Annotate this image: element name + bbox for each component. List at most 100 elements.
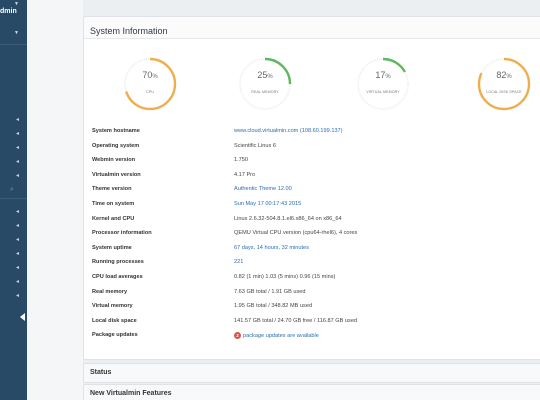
info-key: Local disk space — [92, 317, 137, 324]
info-row: Virtualmin version 4.17 Pro — [92, 172, 532, 186]
info-key: Time on system — [92, 201, 135, 207]
gauge-ring — [123, 57, 177, 111]
panel-header[interactable]: System Information — [84, 17, 540, 39]
search-icon[interactable]: ⌕ — [10, 186, 14, 194]
percent-sign: % — [385, 74, 391, 80]
status-panel[interactable]: Status — [83, 363, 540, 383]
sidebar: ▼ dmin ▼ ◂ ◂ ◂ ◂ ◂ ⌕ ◂ ◂ ◂ ◂ ◂ ◂ ◂ — [0, 0, 27, 400]
info-row: Running processes 221 — [92, 259, 532, 273]
sidebar-item-arrow-icon[interactable]: ◂ — [16, 251, 19, 257]
info-key: Processor information — [92, 230, 152, 237]
sidebar-item-arrow-icon[interactable]: ◂ — [16, 265, 19, 271]
info-value-text: 1.750 — [234, 157, 248, 164]
info-row: Virtual memory 1.95 GB total / 348.82 MB … — [92, 303, 532, 317]
updates-count-badge[interactable]: 2 — [234, 332, 241, 340]
info-value-text[interactable]: Sun May 17 00:17:43 2015 — [234, 201, 301, 207]
info-value-text: 0.82 (1 min) 1.03 (5 mins) 0.96 (15 mins… — [234, 274, 336, 280]
info-row: Local disk space 141.57 GB total / 24.70 … — [92, 318, 532, 332]
gauge-percent-value: 82 — [496, 70, 507, 80]
info-value-text[interactable]: 67 days, 14 hours, 32 minutes — [234, 245, 309, 251]
info-row: Time on system Sun May 17 00:17:43 2015 — [92, 201, 532, 215]
gauge-percent: 82% — [476, 70, 532, 80]
info-value[interactable]: www.cloud.virtualmin.com (108.60.199.137… — [234, 128, 343, 134]
gauge-label: Local disk space — [486, 90, 522, 94]
info-value: Linux 2.6.32-504.8.1.el6.x86_64 on x86_6… — [234, 216, 342, 222]
info-key: Virtualmin version — [92, 171, 141, 178]
sidebar-item-arrow-icon[interactable]: ◂ — [16, 293, 19, 299]
info-value-text: 4.17 Pro — [234, 171, 256, 178]
info-value-text[interactable]: Authentic Theme 12.00 — [234, 186, 292, 192]
info-value[interactable]: Sun May 17 00:17:43 2015 — [234, 201, 301, 207]
percent-sign: % — [506, 74, 512, 80]
gauge-percent-value: 17 — [375, 70, 386, 80]
gauge-value-arc — [123, 57, 177, 111]
info-value-text[interactable]: www.cloud.virtualmin.com (108.60.199.137… — [234, 128, 343, 134]
divider — [0, 198, 27, 199]
info-value[interactable]: 221 — [234, 259, 243, 265]
gauge-label: Real memory — [251, 90, 279, 94]
info-row: CPU load averages 0.82 (1 min) 1.03 (5 mi… — [92, 274, 532, 288]
info-row: Kernel and CPU Linux 2.6.32-504.8.1.el6.x… — [92, 216, 532, 230]
info-key: Virtual memory — [92, 303, 133, 310]
sidebar-item-arrow-icon[interactable]: ◂ — [16, 209, 19, 215]
info-key: Operating system — [92, 142, 140, 149]
account-label[interactable]: dmin — [0, 8, 17, 15]
info-value[interactable]: 2 package updates are available — [234, 332, 319, 340]
info-key: Webmin version — [92, 157, 136, 164]
gauge-label: Virtual memory — [366, 90, 400, 94]
gauge-ring — [238, 57, 292, 111]
info-value: 0.82 (1 min) 1.03 (5 mins) 0.96 (15 mins… — [234, 274, 335, 280]
info-key: Running processes — [92, 259, 144, 266]
info-row: Theme version Authentic Theme 12.00 — [92, 186, 532, 200]
gauge-percent: 70% — [122, 70, 178, 80]
info-row: System hostname www.cloud.virtualmin.com … — [92, 128, 532, 142]
info-value: 1.95 GB total / 348.82 MB used — [234, 303, 312, 309]
info-value-text: Scientific Linux 6 — [234, 142, 276, 149]
sidebar-item-arrow-icon[interactable]: ◂ — [16, 223, 19, 229]
collapse-sidebar-icon[interactable] — [20, 313, 25, 321]
info-row: Real memory 7.63 GB total / 1.91 GB used — [92, 289, 532, 303]
new-features-panel-title: New Virtualmin Features — [90, 390, 172, 397]
content-gutter — [27, 0, 83, 400]
info-key: Package updates — [92, 332, 138, 339]
status-panel-title: Status — [90, 369, 112, 376]
sidebar-item-arrow-icon[interactable]: ◂ — [16, 279, 19, 285]
gauge-percent-value: 25 — [257, 70, 268, 80]
gauge-percent: 17% — [355, 70, 411, 80]
info-value-text[interactable]: package updates are available — [243, 333, 319, 339]
info-row: Package updates 2 package updates are avai… — [92, 332, 532, 346]
sidebar-item-arrow-icon[interactable]: ◂ — [16, 131, 19, 137]
new-features-panel[interactable]: New Virtualmin Features — [83, 384, 540, 400]
info-row: Operating system Scientific Linux 6 — [92, 143, 532, 157]
caret-down-icon[interactable]: ▼ — [14, 1, 19, 7]
gauge-percent: 25% — [237, 70, 293, 80]
info-value: Scientific Linux 6 — [234, 143, 276, 149]
gauge-label: CPU — [146, 90, 154, 94]
info-value: QEMU Virtual CPU version (cpu64-rhel6), … — [234, 230, 357, 236]
info-value: 141.57 GB total / 24.70 GB free / 116.87… — [234, 318, 357, 324]
real-memory-gauge: 25% Real memory — [237, 56, 293, 112]
info-value: 1.750 — [234, 157, 248, 163]
gauge-ring — [356, 57, 410, 111]
info-key: System uptime — [92, 244, 132, 251]
sidebar-item-arrow-icon[interactable]: ◂ — [16, 159, 19, 165]
info-value-text[interactable]: 221 — [234, 259, 243, 265]
panel-title: System Information — [90, 26, 168, 36]
sidebar-item-arrow-icon[interactable]: ◂ — [16, 117, 19, 123]
caret-down-icon[interactable]: ▼ — [14, 30, 19, 36]
info-key: Theme version — [92, 186, 132, 193]
info-value[interactable]: 67 days, 14 hours, 32 minutes — [234, 245, 309, 251]
gauge-percent-value: 70 — [142, 70, 153, 80]
sidebar-item-arrow-icon[interactable]: ◂ — [16, 145, 19, 151]
info-key: CPU load averages — [92, 274, 143, 280]
info-key: Real memory — [92, 288, 128, 295]
info-key: System hostname — [92, 128, 140, 134]
gauge-ring — [477, 57, 531, 111]
info-row: Processor information QEMU Virtual CPU ve… — [92, 230, 532, 244]
sidebar-item-arrow-icon[interactable]: ◂ — [16, 173, 19, 179]
info-value-text: 7.63 GB total / 1.91 GB used — [234, 288, 306, 295]
info-value[interactable]: Authentic Theme 12.00 — [234, 186, 292, 192]
percent-sign: % — [267, 74, 273, 80]
sidebar-item-arrow-icon[interactable]: ◂ — [16, 237, 19, 243]
info-value-text: Linux 2.6.32-504.8.1.el6.x86_64 on x86_6… — [234, 215, 342, 222]
